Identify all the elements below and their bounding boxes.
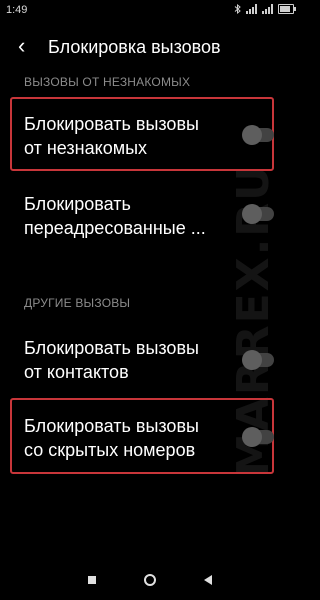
toggle-knob [242,125,262,145]
setting-label-line2: от контактов [24,362,129,382]
toggle-block-contacts[interactable] [242,350,274,370]
status-icons [234,4,296,14]
setting-label-line1: Блокировать вызовы [24,338,199,358]
setting-label-line2: от незнакомых [24,138,148,158]
status-time: 1:49 [6,4,28,16]
setting-label-line2: переадресованные ... [24,218,206,238]
toggle-block-hidden[interactable] [242,427,274,447]
toggle-block-unknown[interactable] [242,125,274,145]
setting-label-line2: со скрытых номеров [24,440,196,460]
arrow-left-icon[interactable]: ‹ [18,32,25,60]
setting-row-block-hidden[interactable]: Блокировать вызовы со скрытых номеров [0,400,300,472]
status-bar: 1:49 [0,0,300,24]
recents-icon[interactable] [88,576,96,584]
battery-icon [278,4,296,14]
toggle-knob [242,350,262,370]
setting-row-block-forwarded[interactable]: Блокировать переадресованные ... [0,180,300,252]
signal-icon-1 [246,4,257,14]
toggle-knob [242,427,262,447]
toggle-block-forwarded[interactable] [242,204,274,224]
section-label-unknown-calls: ВЫЗОВЫ ОТ НЕЗНАКОМЫХ [24,75,191,89]
setting-label-block-unknown: Блокировать вызовы от незнакомых [24,112,234,160]
setting-row-block-contacts[interactable]: Блокировать вызовы от контактов [0,322,300,394]
setting-label-block-hidden: Блокировать вызовы со скрытых номеров [24,414,234,462]
setting-label-line1: Блокировать [24,194,131,214]
setting-row-block-unknown[interactable]: Блокировать вызовы от незнакомых [0,98,300,170]
toggle-knob [242,204,262,224]
header: ‹ Блокировка вызовов [0,32,300,62]
setting-label-block-contacts: Блокировать вызовы от контактов [24,336,234,384]
setting-label-line1: Блокировать вызовы [24,416,199,436]
home-icon[interactable] [144,574,156,586]
setting-label-block-forwarded: Блокировать переадресованные ... [24,192,234,240]
bluetooth-icon [234,4,241,14]
page-title: Блокировка вызовов [48,37,221,57]
back-triangle-icon[interactable] [204,575,212,585]
signal-icon-2 [262,4,273,14]
battery-fill [280,6,290,12]
section-label-other-calls: ДРУГИЕ ВЫЗОВЫ [24,296,131,310]
setting-label-line1: Блокировать вызовы [24,114,199,134]
navigation-bar [0,560,300,600]
